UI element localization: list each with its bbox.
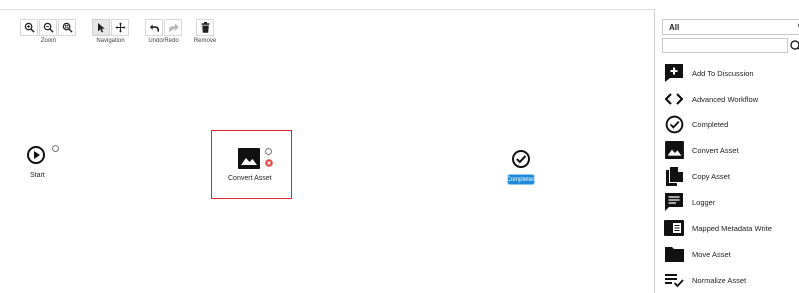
palette-item-advanced-workflow[interactable]: Advanced Workflow xyxy=(664,88,799,110)
palette-item-add-to-discussion[interactable]: Add To Discussion xyxy=(664,62,799,84)
palette-item-completed[interactable]: Completed xyxy=(664,113,799,135)
metadata-icon xyxy=(664,218,684,238)
start-output-port[interactable] xyxy=(52,145,59,152)
palette-item-label: Add To Discussion xyxy=(692,68,754,78)
message-icon xyxy=(664,192,684,212)
palette-item-convert-asset[interactable]: Convert Asset xyxy=(664,139,799,161)
palette-item-label: Convert Asset xyxy=(692,145,739,155)
convert-asset-output-port[interactable] xyxy=(265,148,272,155)
zoom-out-button[interactable] xyxy=(39,19,57,36)
palette-item-mapped-metadata-write[interactable]: Mapped Metadata Write xyxy=(664,217,799,239)
redo-button[interactable] xyxy=(164,19,182,36)
palette-item-label: Completed xyxy=(692,119,729,129)
start-node-label: Start xyxy=(30,172,45,179)
trash-icon xyxy=(201,22,209,33)
select-tool-button[interactable] xyxy=(92,19,110,36)
undo-redo-group-label: Undo/Redo xyxy=(148,38,179,44)
palette-item-label: Logger xyxy=(692,197,716,207)
check-circle-icon xyxy=(512,150,530,168)
copy-file-icon xyxy=(664,166,684,186)
diagram-toolbar: Zoom Navigation Undo/Redo Remove xyxy=(0,0,654,60)
category-filter-value: All xyxy=(669,23,680,32)
zoom-in-button[interactable] xyxy=(20,19,38,36)
completed-node-label[interactable]: Completed xyxy=(507,175,536,184)
play-circle-icon xyxy=(27,146,45,164)
palette-item-label: Mapped Metadata Write xyxy=(692,223,772,233)
palette-item-logger[interactable]: Logger xyxy=(664,191,799,213)
pointer-icon xyxy=(98,23,105,33)
code-brackets-icon xyxy=(664,89,684,109)
zoom-group-label: Zoom xyxy=(40,38,57,44)
image-icon xyxy=(238,148,260,169)
navigation-group-label: Navigation xyxy=(96,38,125,44)
tool-palette: All ˅ Add To Discussion Advanced Workflo… xyxy=(654,9,799,293)
search-button[interactable] xyxy=(789,38,799,53)
undo-button[interactable] xyxy=(145,19,163,36)
zoom-out-icon xyxy=(43,22,54,33)
pan-tool-button[interactable] xyxy=(111,19,129,36)
completed-node[interactable] xyxy=(511,149,531,169)
start-node[interactable] xyxy=(26,145,46,165)
palette-item-label: Move Asset xyxy=(692,249,731,259)
palette-item-label: Normalize Asset xyxy=(692,275,747,285)
list-check-icon xyxy=(664,270,684,290)
category-filter-select[interactable]: All ˅ xyxy=(662,19,799,35)
check-circle-icon xyxy=(664,114,684,134)
zoom-fit-button[interactable] xyxy=(58,19,76,36)
error-icon xyxy=(265,159,273,167)
redo-icon xyxy=(168,22,179,32)
image-icon xyxy=(664,140,684,160)
convert-asset-node[interactable]: Convert Asset xyxy=(211,130,292,199)
tool-search-input[interactable] xyxy=(662,38,788,53)
add-comment-icon xyxy=(664,63,684,83)
remove-group-label: Remove xyxy=(193,38,217,44)
convert-asset-node-label: Convert Asset xyxy=(228,175,272,182)
palette-item-move-asset[interactable]: Move Asset xyxy=(664,243,799,265)
undo-icon xyxy=(149,23,159,32)
search-icon xyxy=(790,40,799,50)
remove-button[interactable] xyxy=(196,19,214,36)
palette-item-label: Copy Asset xyxy=(692,171,730,181)
move-arrows-icon xyxy=(114,22,126,33)
zoom-in-icon xyxy=(24,22,35,33)
zoom-fit-icon xyxy=(62,22,73,33)
palette-item-copy-asset[interactable]: Copy Asset xyxy=(664,165,799,187)
palette-item-label: Advanced Workflow xyxy=(692,94,759,104)
palette-item-normalize-asset[interactable]: Normalize Asset xyxy=(664,269,799,291)
workflow-canvas[interactable]: Start Convert Asset Completed xyxy=(0,60,654,293)
folder-icon xyxy=(664,244,684,264)
